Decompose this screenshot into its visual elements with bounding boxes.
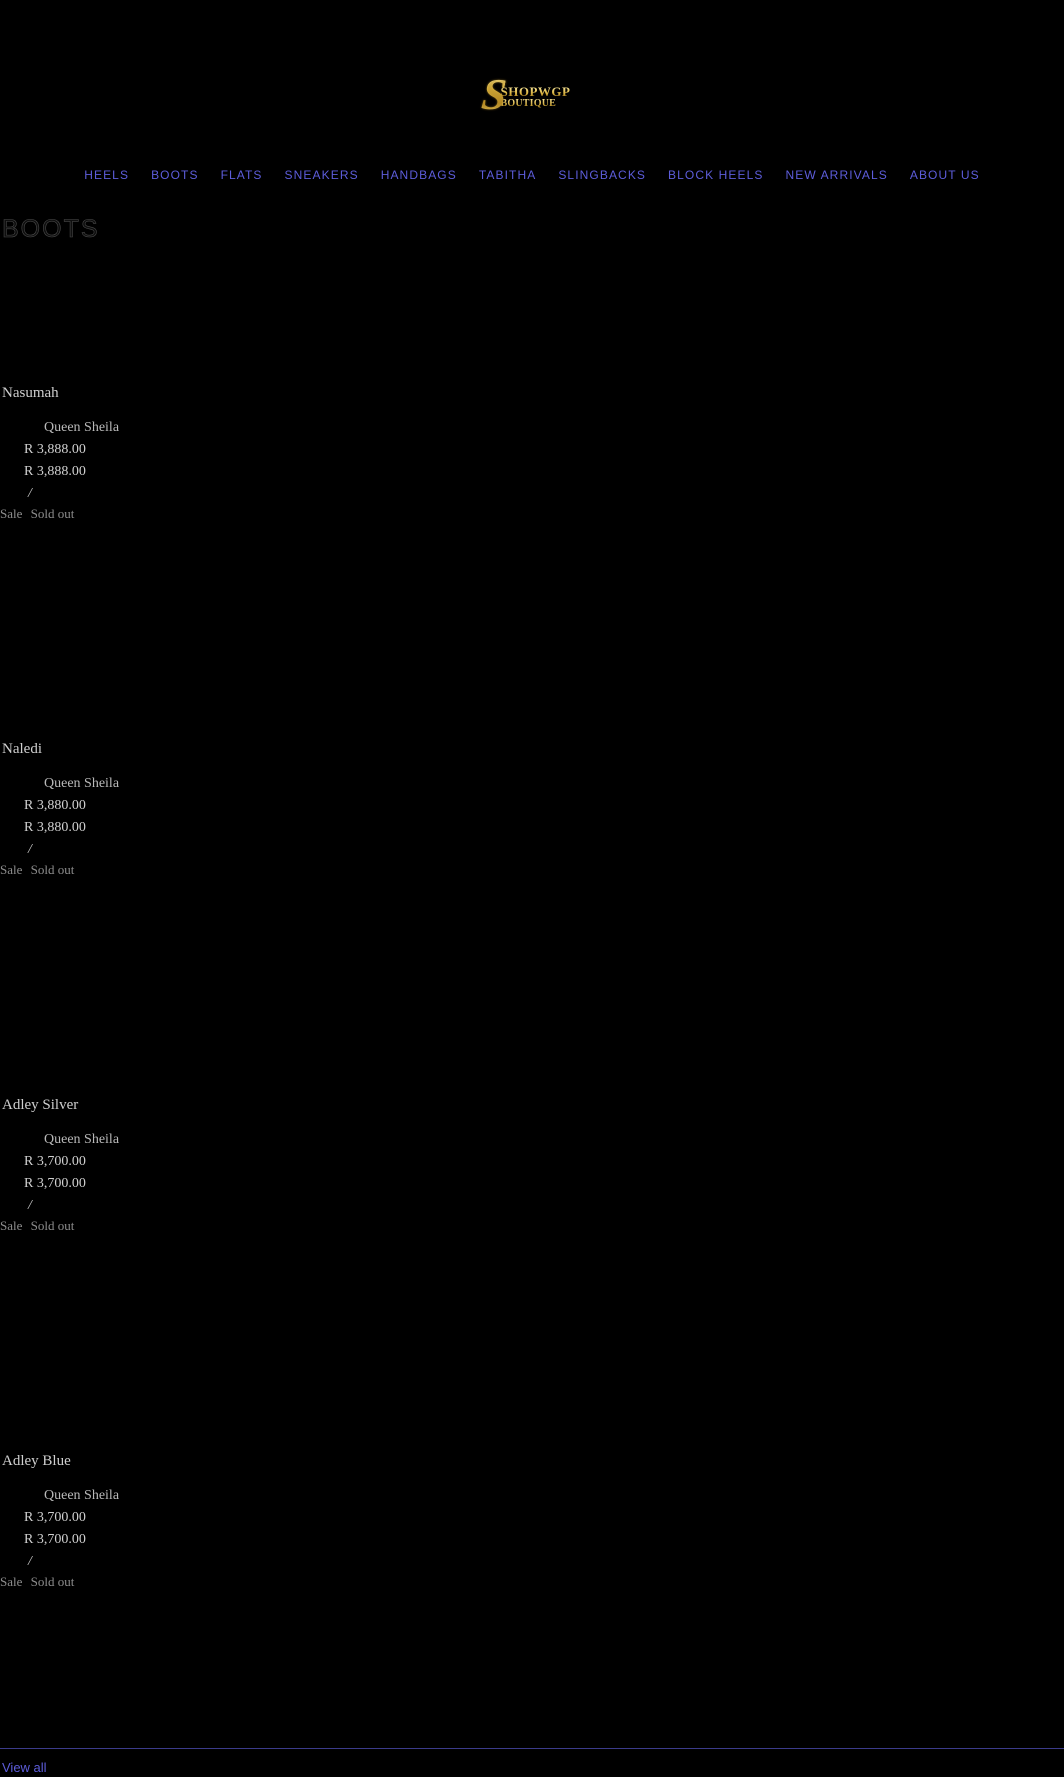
nav-item-boots[interactable]: BOOTS <box>142 168 208 182</box>
nav-item-handbags[interactable]: HANDBAGS <box>372 168 466 182</box>
status-badge-sold-out: Sold out <box>30 1218 75 1233</box>
product-title[interactable]: Adley Silver <box>0 1096 1064 1114</box>
product-compare-price: R 3,700.00 <box>24 1532 86 1547</box>
status-badge-sold-out: Sold out <box>30 1574 75 1589</box>
nav-item-about-us[interactable]: ABOUT US <box>901 168 989 182</box>
product-grid: Nasumah Queen Sheila R 3,888.00 R 3,888.… <box>0 384 1064 1777</box>
view-all-link[interactable]: View all <box>0 1760 47 1775</box>
product-vendor: Queen Sheila <box>44 420 120 435</box>
product-title[interactable]: Adley Blue <box>0 1452 1064 1470</box>
logo-wordmark: SHOPWGP BOUTIQUE <box>500 83 571 109</box>
status-badge-sold-out: Sold out <box>30 862 75 877</box>
product-price: R 3,880.00 <box>24 798 86 813</box>
product-price: R 3,888.00 <box>24 442 86 457</box>
product-price: R 3,700.00 <box>24 1154 86 1169</box>
product-card[interactable]: Nasumah Queen Sheila R 3,888.00 R 3,888.… <box>0 384 1064 522</box>
price-separator: / <box>28 1198 32 1213</box>
nav-item-block-heels[interactable]: BLOCK HEELS <box>659 168 772 182</box>
product-badges: Sale Sold out <box>0 862 1064 878</box>
product-title[interactable]: Naledi <box>0 740 1064 758</box>
logo-graphic: S SHOPWGP BOUTIQUE <box>479 70 582 119</box>
page-title: BOOTS <box>2 215 100 244</box>
product-info: Queen Sheila R 3,880.00 R 3,880.00 / <box>0 776 1064 858</box>
logo-line-1: SHOPWGP <box>500 83 571 99</box>
nav-item-heels[interactable]: HEELS <box>75 168 138 182</box>
site-logo[interactable]: S SHOPWGP BOUTIQUE <box>0 70 1064 119</box>
view-all-section: View all <box>0 1748 1064 1777</box>
product-compare-price: R 3,888.00 <box>24 464 86 479</box>
product-badges: Sale Sold out <box>0 1218 1064 1234</box>
nav-item-tabitha[interactable]: TABITHA <box>470 168 545 182</box>
logo-monogram-icon: S <box>479 70 508 119</box>
product-price: R 3,700.00 <box>24 1510 86 1525</box>
product-compare-price: R 3,880.00 <box>24 820 86 835</box>
divider <box>0 1748 1064 1749</box>
main-navigation: HEELS BOOTS FLATS SNEAKERS HANDBAGS TABI… <box>0 150 1064 184</box>
status-badge-sold-out: Sold out <box>30 506 75 521</box>
product-badges: Sale Sold out <box>0 1574 1064 1590</box>
nav-item-slingbacks[interactable]: SLINGBACKS <box>549 168 655 182</box>
status-badge-sale: Sale <box>0 506 23 521</box>
status-badge-sale: Sale <box>0 1574 23 1589</box>
product-card[interactable]: Adley Silver Queen Sheila R 3,700.00 R 3… <box>0 1096 1064 1234</box>
logo-line-2: BOUTIQUE <box>500 98 570 109</box>
nav-item-sneakers[interactable]: SNEAKERS <box>276 168 368 182</box>
site-header: S SHOPWGP BOUTIQUE <box>0 0 1064 150</box>
product-badges: Sale Sold out <box>0 506 1064 522</box>
product-vendor: Queen Sheila <box>44 1132 120 1147</box>
nav-item-flats[interactable]: FLATS <box>212 168 272 182</box>
nav-item-new-arrivals[interactable]: NEW ARRIVALS <box>777 168 897 182</box>
price-separator: / <box>28 486 32 501</box>
product-vendor: Queen Sheila <box>44 776 120 791</box>
product-compare-price: R 3,700.00 <box>24 1176 86 1191</box>
product-card[interactable]: Naledi Queen Sheila R 3,880.00 R 3,880.0… <box>0 740 1064 878</box>
status-badge-sale: Sale <box>0 1218 23 1233</box>
product-info: Queen Sheila R 3,700.00 R 3,700.00 / <box>0 1132 1064 1214</box>
product-vendor: Queen Sheila <box>44 1488 120 1503</box>
product-card[interactable]: Adley Blue Queen Sheila R 3,700.00 R 3,7… <box>0 1452 1064 1590</box>
price-separator: / <box>28 842 32 857</box>
product-info: Queen Sheila R 3,888.00 R 3,888.00 / <box>0 420 1064 502</box>
status-badge-sale: Sale <box>0 862 23 877</box>
product-info: Queen Sheila R 3,700.00 R 3,700.00 / <box>0 1488 1064 1570</box>
product-title[interactable]: Nasumah <box>0 384 1064 402</box>
price-separator: / <box>28 1554 32 1569</box>
